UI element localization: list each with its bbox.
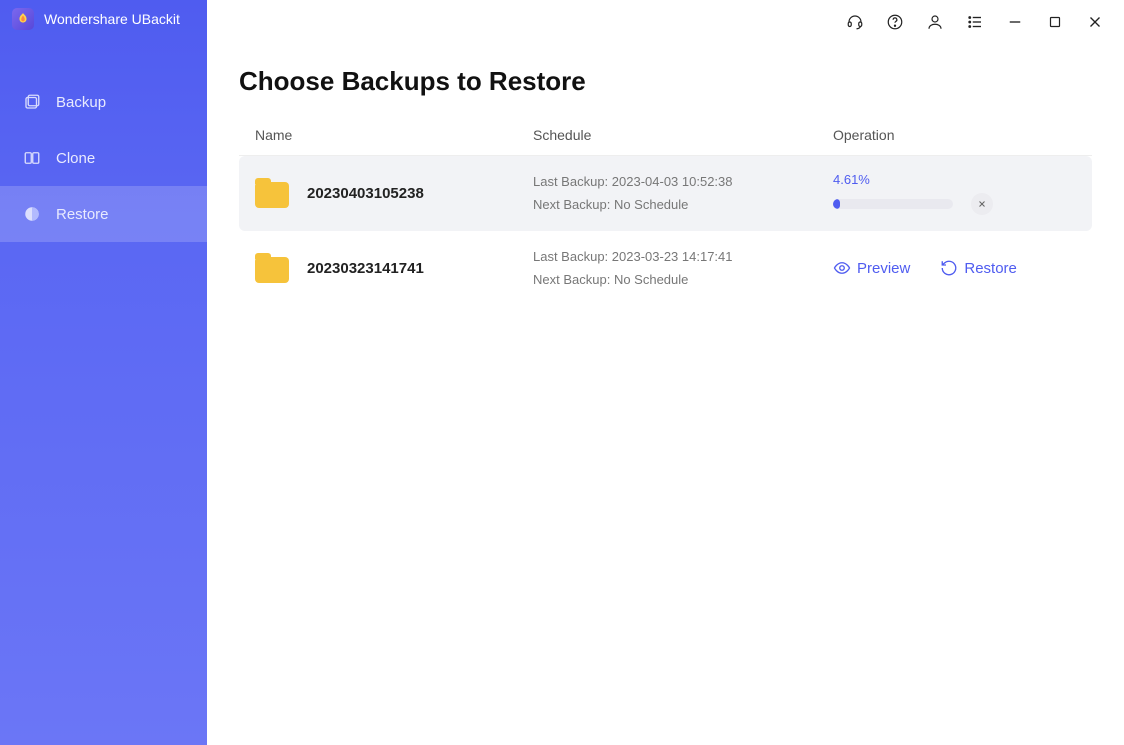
app-header: Wondershare UBackit <box>0 0 207 44</box>
sidebar-item-label: Clone <box>56 150 95 167</box>
operation-cell: 4.61% <box>833 172 1084 215</box>
sidebar-item-restore[interactable]: Restore <box>0 186 207 242</box>
column-header-schedule: Schedule <box>533 127 833 143</box>
app-logo-icon <box>12 8 34 30</box>
list-header: Name Schedule Operation <box>239 127 1092 156</box>
menu-list-icon[interactable] <box>964 11 986 33</box>
sidebar-item-clone[interactable]: Clone <box>0 130 207 186</box>
sidebar: Wondershare UBackit Backup Clone Restore <box>0 0 207 745</box>
progress-bar <box>833 199 953 209</box>
backup-icon <box>22 92 42 112</box>
sidebar-nav: Backup Clone Restore <box>0 74 207 242</box>
app-title: Wondershare UBackit <box>44 11 180 27</box>
column-header-name: Name <box>247 127 533 143</box>
folder-icon <box>255 178 289 208</box>
sidebar-item-backup[interactable]: Backup <box>0 74 207 130</box>
main: Choose Backups to Restore Name Schedule … <box>207 0 1124 745</box>
page-title: Choose Backups to Restore <box>239 66 1092 97</box>
account-icon[interactable] <box>924 11 946 33</box>
backup-row[interactable]: 20230323141741 Last Backup: 2023-03-23 1… <box>239 231 1092 306</box>
backup-row[interactable]: 20230403105238 Last Backup: 2023-04-03 1… <box>239 156 1092 231</box>
schedule-cell: Last Backup: 2023-03-23 14:17:41 Next Ba… <box>533 245 833 292</box>
clone-icon <box>22 148 42 168</box>
operation-cell: Preview Restore <box>833 259 1084 277</box>
cancel-button[interactable] <box>971 193 993 215</box>
support-icon[interactable] <box>844 11 866 33</box>
restore-icon <box>22 204 42 224</box>
backup-name: 20230403105238 <box>307 185 424 202</box>
maximize-icon[interactable] <box>1044 11 1066 33</box>
progress-percent: 4.61% <box>833 172 1084 187</box>
titlebar <box>207 0 1124 38</box>
help-icon[interactable] <box>884 11 906 33</box>
backup-name: 20230323141741 <box>307 260 424 277</box>
sidebar-item-label: Backup <box>56 94 106 111</box>
column-header-operation: Operation <box>833 127 1084 143</box>
close-icon[interactable] <box>1084 11 1106 33</box>
preview-button[interactable]: Preview <box>833 259 910 277</box>
minimize-icon[interactable] <box>1004 11 1026 33</box>
schedule-cell: Last Backup: 2023-04-03 10:52:38 Next Ba… <box>533 170 833 217</box>
folder-icon <box>255 253 289 283</box>
content: Choose Backups to Restore Name Schedule … <box>207 38 1124 306</box>
restore-button[interactable]: Restore <box>940 259 1017 277</box>
sidebar-item-label: Restore <box>56 206 109 223</box>
progress-bar-fill <box>833 199 840 209</box>
